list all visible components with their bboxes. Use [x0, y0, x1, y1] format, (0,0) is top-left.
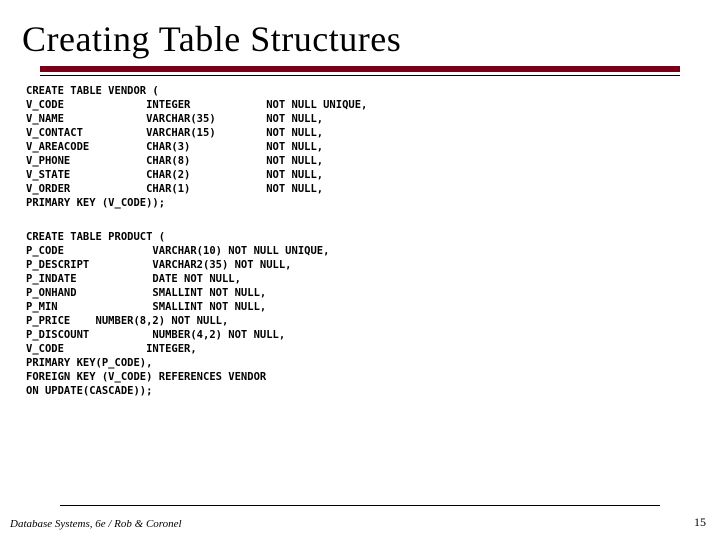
- title-underline: [40, 66, 698, 76]
- slide-title: Creating Table Structures: [22, 18, 698, 60]
- slide: Creating Table Structures CREATE TABLE V…: [0, 0, 720, 540]
- rule-thin: [40, 75, 680, 76]
- rule-thick: [40, 66, 680, 72]
- sql-product-block: CREATE TABLE PRODUCT ( P_CODE VARCHAR(10…: [26, 230, 698, 398]
- sql-vendor-block: CREATE TABLE VENDOR ( V_CODE INTEGER NOT…: [26, 84, 698, 210]
- bottom-rule: [60, 505, 660, 507]
- footer-left: Database Systems, 6e / Rob & Coronel: [10, 518, 182, 530]
- page-number: 15: [694, 515, 706, 530]
